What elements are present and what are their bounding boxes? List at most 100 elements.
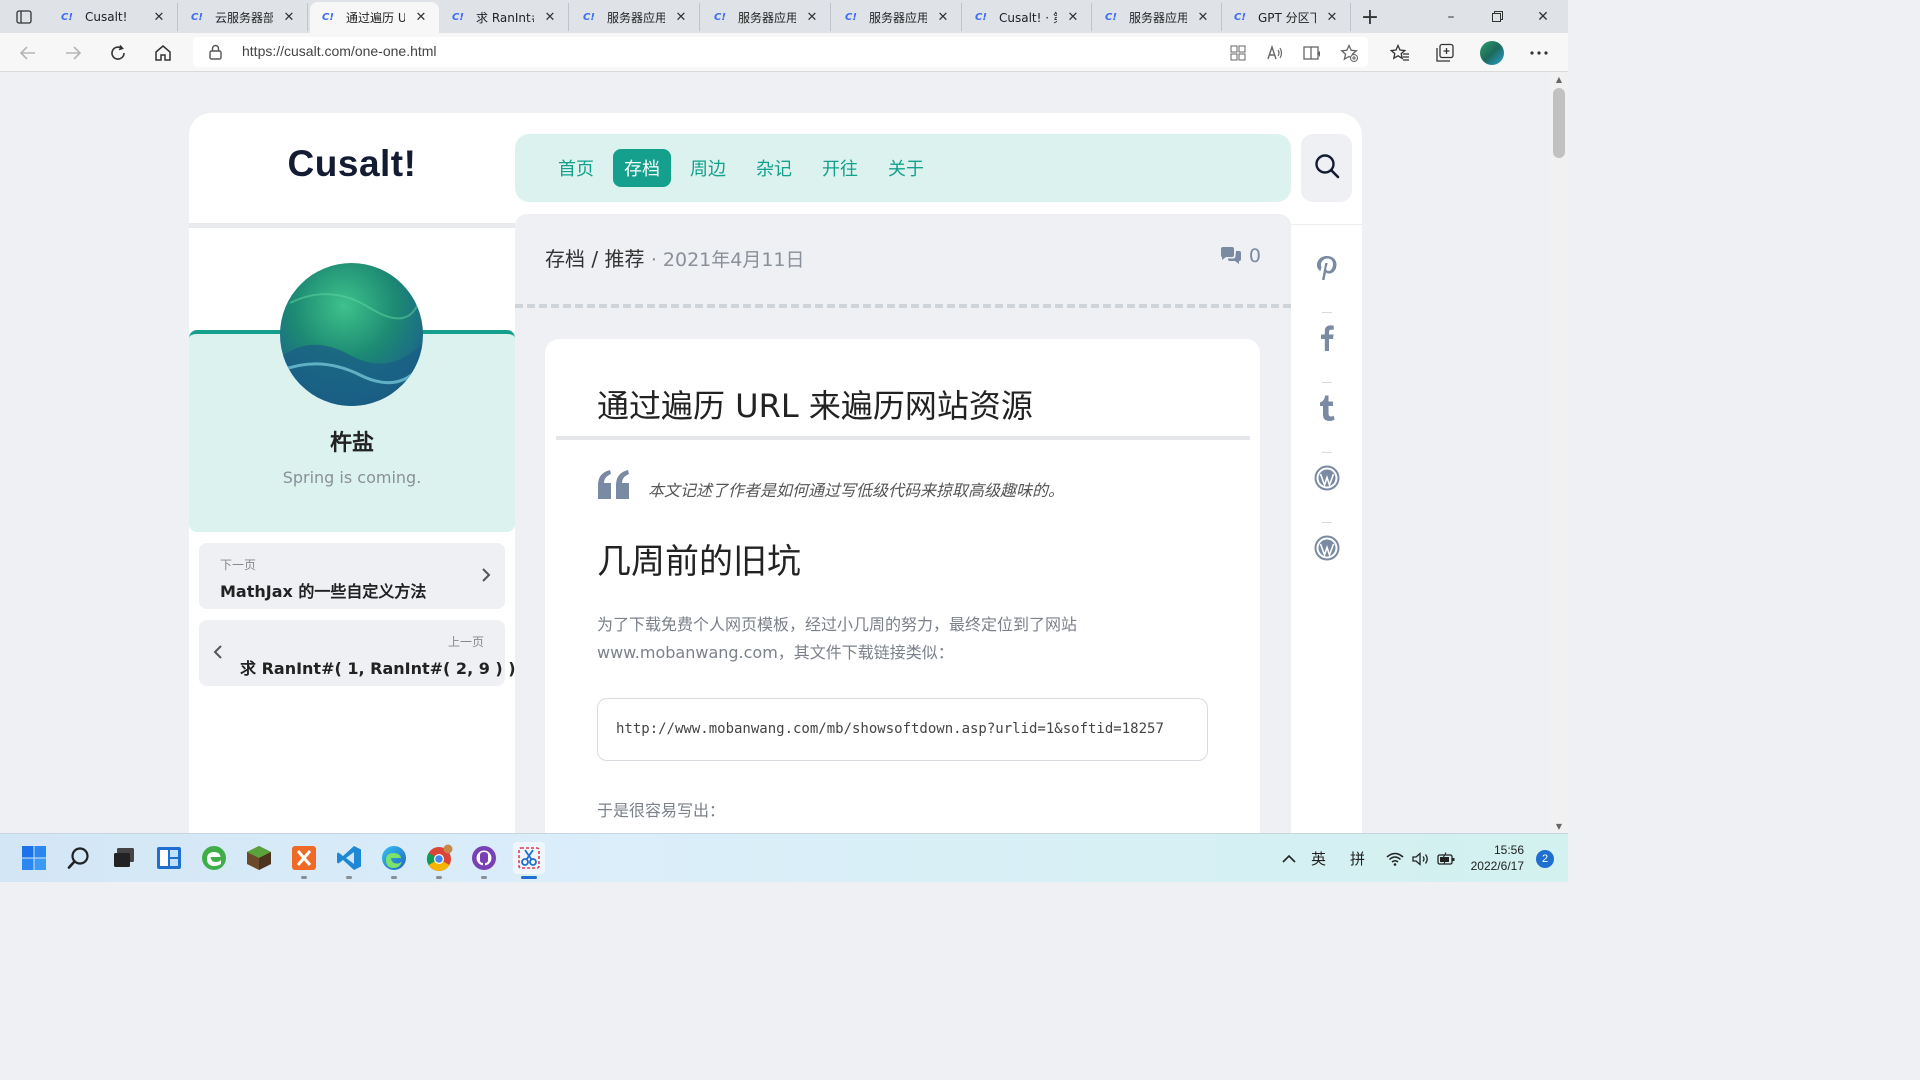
address-bar[interactable]: https://cusalt.com/one-one.html	[193, 37, 1368, 67]
site-favicon-icon: C!	[452, 11, 464, 23]
dashed-divider	[515, 304, 1291, 308]
scroll-up-arrow[interactable]: ▲	[1554, 75, 1564, 84]
profile-name: 杵盐	[329, 431, 374, 456]
browser-tab[interactable]: C! Cusalt! · 第 ✕	[963, 3, 1092, 31]
running-indicator	[301, 876, 307, 879]
apps-icon[interactable]	[1229, 44, 1247, 62]
prev-page-link[interactable]: 上一页 求 RanInt#( 1, RanInt#( 2, 9 ) )...	[199, 620, 534, 686]
browser-toolbar: https://cusalt.com/one-one.html	[0, 33, 1568, 72]
vscode-icon[interactable]	[333, 842, 365, 874]
profile-avatar[interactable]	[1478, 39, 1506, 67]
forward-button[interactable]	[59, 39, 87, 67]
browser-tab[interactable]: C! 通过遍历 U ✕	[310, 2, 439, 33]
home-button[interactable]	[149, 39, 177, 67]
close-tab-icon[interactable]: ✕	[281, 9, 297, 25]
back-button[interactable]	[14, 39, 42, 67]
browser-tab[interactable]: C! 服务器应用 ✕	[1093, 3, 1222, 31]
prev-page-title: 求 RanInt#( 1, RanInt#( 2, 9 ) )...	[240, 659, 534, 678]
close-tab-icon[interactable]: ✕	[935, 9, 951, 25]
menu-item[interactable]: 开往	[811, 149, 869, 187]
task-view-icon[interactable]	[108, 842, 140, 874]
code-text[interactable]: http://www.mobanwang.com/mb/showsoftdown…	[616, 721, 1164, 737]
breadcrumb[interactable]: 存档 / 推荐	[545, 247, 644, 271]
widgets-icon[interactable]	[153, 842, 185, 874]
start-icon[interactable]	[18, 842, 50, 874]
snipping-tool-icon[interactable]	[513, 842, 545, 874]
site-favicon-icon: C!	[1105, 11, 1117, 23]
post-paragraph-2: 于是很容易写出：	[597, 801, 726, 820]
language-indicator[interactable]: 英	[1311, 834, 1326, 883]
site-favicon-icon: C!	[583, 11, 595, 23]
new-tab-button[interactable]: +	[1356, 4, 1384, 30]
next-page-link[interactable]: 下一页 MathJax 的一些自定义方法	[199, 543, 505, 609]
scroll-thumb[interactable]	[1553, 88, 1565, 158]
close-tab-icon[interactable]: ✕	[413, 10, 429, 26]
more-options-icon[interactable]	[1525, 39, 1553, 67]
site-favicon-icon: C!	[322, 12, 334, 23]
menu-item[interactable]: 存档	[613, 149, 671, 187]
refresh-button[interactable]	[104, 39, 132, 67]
post-meta: 存档 / 推荐 · 2021年4月11日	[545, 243, 805, 272]
wifi-icon[interactable]	[1386, 834, 1404, 883]
url-text[interactable]: https://cusalt.com/one-one.html	[242, 43, 437, 59]
site-logo[interactable]: Cusalt!	[189, 143, 515, 185]
close-tab-icon[interactable]: ✕	[1065, 9, 1081, 25]
close-tab-icon[interactable]: ✕	[1324, 9, 1340, 25]
wordpress-icon[interactable]	[1314, 535, 1340, 561]
browser-tab[interactable]: C! 服务器应用 ✕	[702, 3, 831, 31]
clock-time: 15:56	[1493, 843, 1524, 857]
avatar	[280, 263, 423, 406]
wordpress-icon[interactable]	[1314, 465, 1340, 491]
chrome-icon[interactable]	[423, 842, 455, 874]
edge-beta-icon[interactable]	[198, 842, 230, 874]
close-window-button[interactable]: ✕	[1520, 0, 1566, 33]
volume-icon[interactable]	[1412, 834, 1430, 883]
comment-count-value: 0	[1248, 245, 1261, 267]
pinterest-icon[interactable]	[1314, 255, 1340, 281]
facebook-icon[interactable]	[1314, 325, 1340, 351]
prev-page-hint: 上一页	[447, 635, 484, 649]
minimize-button[interactable]: –	[1428, 0, 1474, 33]
immersive-reader-icon[interactable]	[1303, 44, 1321, 62]
minecraft-icon[interactable]	[243, 842, 275, 874]
menu-item[interactable]: 周边	[679, 149, 737, 187]
browser-tab[interactable]: C! Cusalt! ✕	[49, 3, 178, 31]
close-tab-icon[interactable]: ✕	[151, 9, 167, 25]
ime-indicator[interactable]: 拼	[1350, 834, 1365, 883]
system-clock[interactable]: 15:56 2022/6/17	[1471, 842, 1524, 874]
xmind-icon[interactable]	[288, 842, 320, 874]
menu-item[interactable]: 首页	[547, 149, 605, 187]
collections-icon[interactable]	[1431, 39, 1459, 67]
browser-tab[interactable]: C! 服务器应用 ✕	[833, 3, 962, 31]
browser-tab[interactable]: C! 求 RanInt#(✕	[440, 3, 569, 31]
close-tab-icon[interactable]: ✕	[1195, 9, 1211, 25]
restore-button[interactable]	[1474, 0, 1520, 33]
notification-badge[interactable]: 2	[1536, 850, 1554, 868]
add-favorite-icon[interactable]	[1340, 44, 1358, 62]
tray-overflow-icon[interactable]	[1282, 834, 1296, 883]
browser-tab[interactable]: C! 服务器应用 ✕	[571, 3, 700, 31]
lock-icon[interactable]	[209, 44, 222, 64]
page-scrollbar[interactable]: ▲ ▼	[1550, 72, 1568, 833]
search-icon[interactable]	[63, 842, 95, 874]
menu-item[interactable]: 关于	[877, 149, 935, 187]
comment-count[interactable]: 0	[1219, 245, 1261, 267]
tumblr-icon[interactable]	[1314, 395, 1340, 421]
close-tab-icon[interactable]: ✕	[542, 9, 558, 25]
post-body: 通过遍历 URL 来遍历网站资源 本文记述了作者是如何通过写低级代码来掠取高级趣…	[545, 339, 1260, 833]
favorites-icon[interactable]	[1386, 39, 1414, 67]
battery-icon[interactable]	[1437, 834, 1455, 883]
scroll-down-arrow[interactable]: ▼	[1554, 822, 1564, 831]
browser-tab[interactable]: C! 云服务器部 ✕	[179, 3, 308, 31]
close-tab-icon[interactable]: ✕	[804, 9, 820, 25]
close-tab-icon[interactable]: ✕	[673, 9, 689, 25]
tab-title: 云服务器部	[215, 10, 273, 25]
browser-tab[interactable]: C! GPT 分区下 ✕	[1222, 3, 1351, 31]
tab-actions-icon[interactable]	[10, 6, 38, 28]
search-button[interactable]	[1301, 134, 1352, 202]
github-desktop-icon[interactable]	[468, 842, 500, 874]
active-indicator	[521, 876, 537, 879]
menu-item[interactable]: 杂记	[745, 149, 803, 187]
read-aloud-icon[interactable]	[1266, 44, 1284, 62]
edge-icon[interactable]	[378, 842, 410, 874]
